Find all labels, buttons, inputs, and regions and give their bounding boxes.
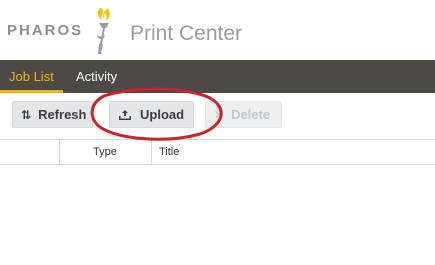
column-type-label: Type (93, 146, 117, 158)
refresh-button[interactable]: ⇅ Refresh (12, 101, 93, 128)
tab-job-list[interactable]: Job List (0, 60, 63, 93)
refresh-icon: ⇅ (21, 107, 32, 122)
upload-label: Upload (140, 107, 185, 122)
tab-label: Job List (9, 69, 54, 84)
pharos-logo: PHAROS (7, 4, 116, 56)
job-table-header: Type Title (0, 139, 435, 165)
tab-activity[interactable]: Activity (67, 60, 126, 93)
app-header: PHAROS Print Center (0, 0, 435, 60)
torch-icon (97, 8, 111, 54)
column-type[interactable]: Type (60, 140, 152, 164)
column-select[interactable] (0, 140, 60, 164)
close-icon: ✕ (214, 107, 225, 122)
column-title[interactable]: Title (152, 140, 435, 164)
column-title-label: Title (159, 146, 180, 158)
upload-icon (119, 109, 131, 120)
tab-label: Activity (76, 69, 118, 84)
main-nav: Job List Activity (0, 60, 435, 93)
job-table-body (0, 165, 435, 265)
brand-wordmark: PHAROS (7, 21, 84, 39)
upload-button[interactable]: Upload (109, 101, 194, 128)
delete-label: Delete (231, 107, 271, 122)
product-title: Print Center (130, 22, 243, 45)
refresh-label: Refresh (38, 107, 87, 122)
delete-button[interactable]: ✕ Delete (205, 101, 282, 128)
job-toolbar: ⇅ Refresh Upload ✕ Delete (0, 93, 435, 138)
